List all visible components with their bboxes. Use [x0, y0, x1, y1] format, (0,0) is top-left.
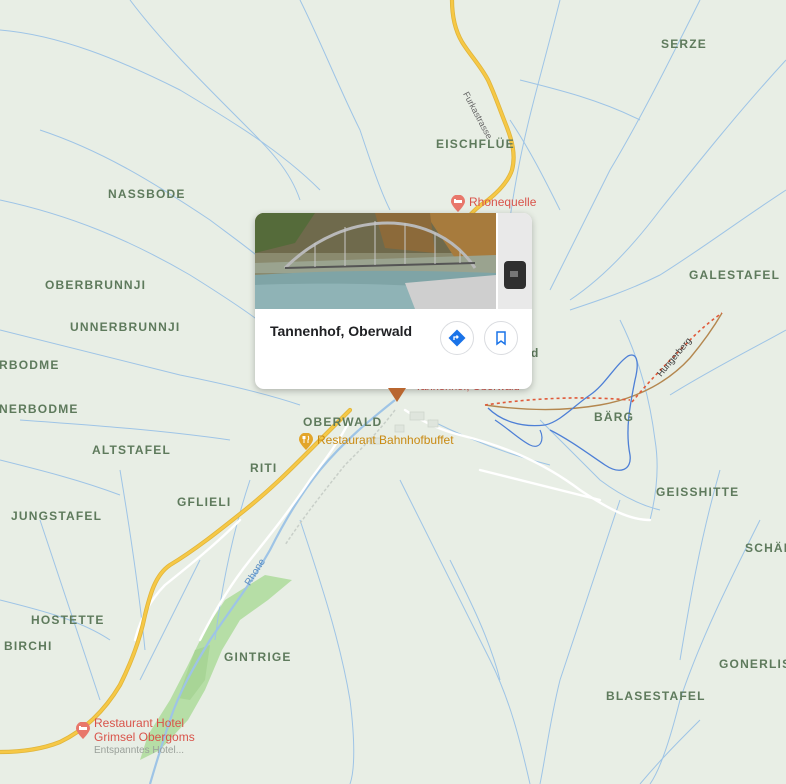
save-button[interactable] [484, 321, 518, 355]
directions-button[interactable] [440, 321, 474, 355]
place-label-gintrige: GINTRIGE [224, 650, 292, 664]
place-label-altstafel: ALTSTAFEL [92, 443, 172, 457]
place-label-schar: SCHÄR [745, 541, 786, 555]
place-label-riti: RITI [250, 461, 278, 475]
place-photo-interior[interactable] [498, 213, 532, 309]
place-photo-bridge[interactable] [255, 213, 496, 309]
poi-restaurant-bahnhofbuffet[interactable]: Restaurant Bahnhofbuffet [298, 433, 454, 451]
poi-rhonequelle[interactable]: Rhonequelle [450, 195, 536, 213]
poi-label-grimsel: Restaurant Hotel Grimsel Obergoms Entspa… [94, 716, 195, 758]
place-label-barg: BÄRG [594, 410, 635, 424]
place-label-nassbode: NASSBODE [108, 187, 186, 201]
place-label-birchi: BIRCHI [4, 639, 53, 653]
hotel-icon [451, 195, 465, 212]
directions-icon [448, 329, 466, 347]
poi-grimsel-obergoms[interactable]: Restaurant Hotel Grimsel Obergoms Entspa… [75, 716, 195, 758]
poi-label-bahnhofbuffet: Restaurant Bahnhofbuffet [317, 433, 454, 447]
place-label-partial: d [531, 346, 540, 360]
place-title: Tannenhof, Oberwald [270, 323, 413, 339]
place-label-gonerlis: GONERLIS [719, 657, 786, 671]
hotel-icon [76, 722, 90, 739]
poi-label-rhonequelle: Rhonequelle [469, 195, 537, 209]
place-label-serze: SERZE [661, 37, 708, 51]
place-label-unnerbrunnji: UNNERBRUNNJI [70, 320, 181, 334]
place-label-oberwald: OBERWALD [303, 415, 383, 429]
place-label-jungstafel: JUNGSTAFEL [11, 509, 103, 523]
place-label-gflieli: GFLIELI [177, 495, 232, 509]
place-label-hostette: HOSTETTE [31, 613, 105, 627]
poi-name-line1: Restaurant Hotel [94, 716, 185, 730]
place-label-blasestafel: BLASESTAFEL [606, 689, 706, 703]
place-label-galestafel: GALESTAFEL [689, 268, 781, 282]
poi-subtitle: Entspanntes Hotel... [94, 745, 185, 756]
place-label-oberbrunnji: OBERBRUNNJI [45, 278, 147, 292]
bookmark-icon [496, 331, 506, 346]
place-info-card[interactable]: Tannenhof, Oberwald [255, 213, 532, 389]
location-marker[interactable] [388, 388, 406, 402]
place-label-eischflue: EISCHFLÜE [436, 137, 515, 151]
place-label-nerbodme: NERBODME [0, 402, 79, 416]
restaurant-icon [299, 433, 313, 450]
place-label-geisshitte: GEISSHITTE [656, 485, 740, 499]
place-label-rbodme: RBODME [0, 358, 60, 372]
map-canvas[interactable]: SERZE EISCHFLÜE NASSBODE GALESTAFEL OBER… [0, 0, 786, 784]
poi-name-line2: Grimsel Obergoms [94, 730, 195, 744]
